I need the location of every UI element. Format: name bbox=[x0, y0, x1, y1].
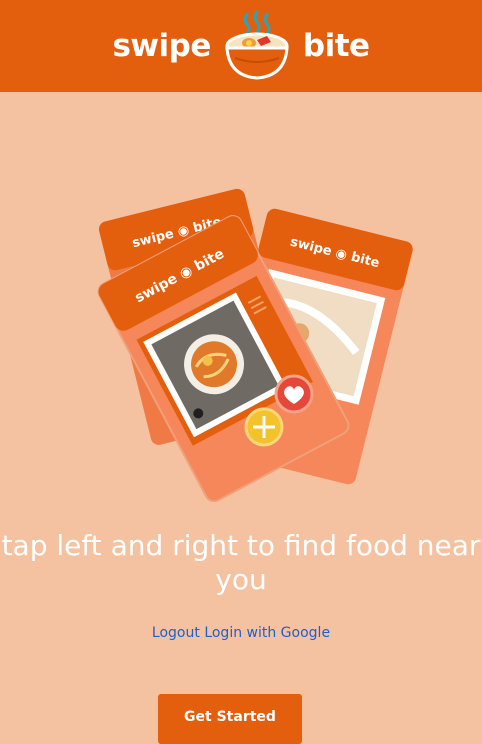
get-started-button[interactable]: Get Started bbox=[158, 694, 302, 744]
tagline: tap left and right to find food near you bbox=[1, 529, 481, 597]
logo-word-swipe: swipe bbox=[112, 28, 211, 64]
login-with-google-link[interactable]: Login with Google bbox=[204, 625, 330, 641]
logout-link[interactable]: Logout bbox=[152, 625, 200, 641]
swipe-cards-illustration: swipe ◉ bite swipe ◉ bite swipe ◉ bite bbox=[97, 188, 413, 502]
ramen-bowl-icon bbox=[225, 10, 289, 80]
plus-icon bbox=[244, 407, 284, 447]
auth-links: Logout Login with Google bbox=[0, 625, 482, 641]
app-header: swipe bite bbox=[0, 0, 482, 92]
heart-icon bbox=[274, 374, 314, 414]
logo-word-bite: bite bbox=[302, 28, 370, 64]
